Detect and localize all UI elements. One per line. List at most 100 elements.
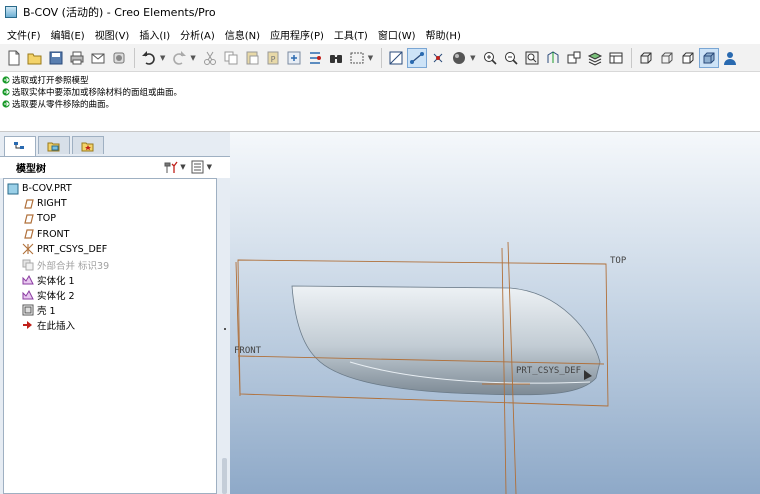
tree-item-external-merge[interactable]: 外部合并 标识39 — [4, 257, 216, 272]
send-button[interactable] — [109, 48, 129, 68]
tree-item-solidify-1[interactable]: 实体化 1 — [4, 272, 216, 287]
tree-item-front[interactable]: FRONT — [4, 227, 216, 242]
navigator-tabs — [4, 136, 106, 156]
regen-manager-button[interactable] — [305, 48, 325, 68]
app-icon — [5, 6, 17, 18]
new-file-button[interactable] — [4, 48, 24, 68]
tree-item-top[interactable]: TOP — [4, 211, 216, 226]
paste-special-button[interactable]: P — [263, 48, 283, 68]
menu-help[interactable]: 帮助(H) — [421, 27, 466, 42]
paste-button[interactable] — [242, 48, 262, 68]
menu-info[interactable]: 信息(N) — [220, 27, 265, 42]
model-tree: B-COV.PRT RIGHT TOP FRONT PRT_CSYS_DEF 外… — [3, 178, 217, 494]
tree-item-label: 壳 1 — [37, 306, 56, 318]
panel-splitter[interactable] — [219, 178, 230, 494]
regenerate-button[interactable] — [284, 48, 304, 68]
datum-plane-icon — [22, 213, 34, 225]
tree-item-label: RIGHT — [37, 198, 67, 210]
message-line: 选取实体中要添加或移除材料的面组或曲面。 — [0, 86, 760, 98]
datum-axis-display-button[interactable] — [407, 47, 428, 68]
open-file-button[interactable] — [25, 48, 45, 68]
tab-model-tree[interactable] — [4, 136, 36, 156]
datum-label-csys[interactable]: PRT_CSYS_DEF — [516, 366, 581, 376]
print-button[interactable] — [67, 48, 87, 68]
wireframe-button[interactable] — [636, 48, 656, 68]
find-button[interactable] — [326, 48, 346, 68]
tree-item-shell[interactable]: 壳 1 — [4, 303, 216, 318]
shell-icon — [22, 304, 34, 316]
save-button[interactable] — [46, 48, 66, 68]
navigator-panel: 模型树 ▼ ▼ B-COV.PRT RIGHT TOP FRONT PRT_CS… — [0, 132, 230, 494]
zoom-in-button[interactable] — [480, 48, 500, 68]
tree-settings-icon[interactable] — [163, 160, 179, 174]
tree-item-part[interactable]: B-COV.PRT — [4, 181, 216, 196]
layers-button[interactable] — [585, 48, 605, 68]
user-icon[interactable] — [720, 48, 740, 68]
saved-views-button[interactable] — [564, 48, 584, 68]
menu-file[interactable]: 文件(F) — [2, 27, 46, 42]
message-text: 选取或打开参照模型 — [12, 76, 89, 86]
window-title: B-COV (活动的) - Creo Elements/Pro — [23, 6, 216, 19]
datum-plane-display-button[interactable] — [386, 48, 406, 68]
menu-window[interactable]: 窗口(W) — [373, 27, 421, 42]
menu-bar: 文件(F) 编辑(E) 视图(V) 插入(I) 分析(A) 信息(N) 应用程序… — [0, 24, 760, 44]
view-manager-button[interactable] — [606, 48, 626, 68]
tree-settings-dropdown-icon[interactable]: ▼ — [180, 163, 185, 171]
select-box-dropdown-icon[interactable]: ▼ — [368, 54, 373, 62]
copy-button[interactable] — [221, 48, 241, 68]
datum-point-display-button[interactable] — [428, 48, 448, 68]
tree-item-label: B-COV.PRT — [22, 183, 72, 195]
splitter-grip[interactable] — [224, 328, 226, 330]
tree-item-insert-here[interactable]: 在此插入 — [4, 318, 216, 333]
model-graphics[interactable] — [230, 132, 760, 494]
tab-folder-browser[interactable] — [38, 136, 70, 154]
undo-dropdown-icon[interactable]: ▼ — [160, 54, 165, 62]
menu-applications[interactable]: 应用程序(P) — [265, 27, 329, 42]
message-text: 选取实体中要添加或移除材料的面组或曲面。 — [12, 88, 183, 98]
mail-button[interactable] — [88, 48, 108, 68]
menu-tools[interactable]: 工具(T) — [329, 27, 373, 42]
shading-dropdown-icon[interactable]: ▼ — [470, 54, 475, 62]
hidden-line-button[interactable] — [657, 48, 677, 68]
tab-favorites[interactable] — [72, 136, 104, 154]
undo-button[interactable] — [139, 48, 159, 68]
datum-plane-icon — [22, 228, 34, 240]
toolbar-separator — [134, 47, 135, 68]
tree-item-csys[interactable]: PRT_CSYS_DEF — [4, 242, 216, 257]
title-bar: B-COV (活动的) - Creo Elements/Pro — [0, 0, 760, 24]
svg-text:P: P — [270, 55, 275, 64]
reorient-button[interactable] — [543, 48, 563, 68]
shading-button[interactable] — [449, 48, 469, 68]
solidify-icon — [22, 274, 34, 286]
graphics-window[interactable]: TOP FRONT PRT_CSYS_DEF — [230, 132, 760, 494]
no-hidden-button[interactable] — [678, 48, 698, 68]
datum-label-front[interactable]: FRONT — [234, 346, 261, 356]
menu-edit[interactable]: 编辑(E) — [46, 27, 90, 42]
tree-item-right[interactable]: RIGHT — [4, 196, 216, 211]
main-toolbar: ▼ ▼ P ▼ ▼ — [0, 44, 760, 72]
datum-label-top[interactable]: TOP — [610, 256, 626, 266]
show-dropdown-icon[interactable]: ▼ — [207, 163, 212, 171]
menu-insert[interactable]: 插入(I) — [134, 27, 175, 42]
message-arrow-icon — [2, 100, 10, 108]
select-box-button[interactable] — [347, 48, 367, 68]
tree-item-label: PRT_CSYS_DEF — [37, 243, 108, 255]
tree-scrollbar[interactable] — [222, 458, 227, 494]
redo-dropdown-icon[interactable]: ▼ — [190, 54, 195, 62]
menu-analysis[interactable]: 分析(A) — [175, 27, 220, 42]
model-tree-tools: ▼ ▼ — [163, 160, 216, 174]
tree-item-solidify-2[interactable]: 实体化 2 — [4, 287, 216, 302]
menu-view[interactable]: 视图(V) — [90, 27, 135, 42]
zoom-out-button[interactable] — [501, 48, 521, 68]
csys-icon — [22, 243, 34, 255]
part-body — [291, 285, 601, 396]
redo-button[interactable] — [169, 48, 189, 68]
message-area: 选取或打开参照模型 选取实体中要添加或移除材料的面组或曲面。 选取要从零件移除的… — [0, 72, 760, 132]
shaded-view-button[interactable] — [698, 47, 719, 68]
toolbar-separator — [630, 47, 632, 68]
show-columns-icon[interactable] — [190, 160, 206, 174]
refit-button[interactable] — [522, 48, 542, 68]
cut-button[interactable] — [200, 48, 220, 68]
solidify-icon — [22, 289, 34, 301]
message-line: 选取要从零件移除的曲面。 — [0, 98, 760, 110]
